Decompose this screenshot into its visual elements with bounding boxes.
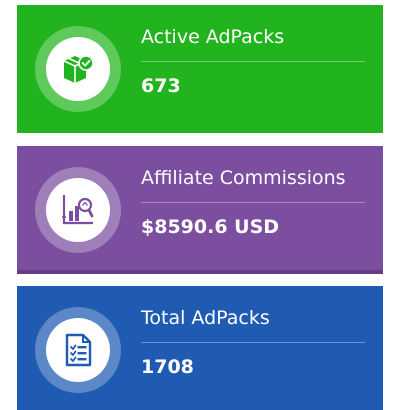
package-check-icon (63, 55, 94, 83)
divider (141, 202, 365, 203)
card-value: 673 (141, 75, 181, 97)
card-value: $8590.6 USD (141, 216, 280, 238)
card-value: 1708 (141, 356, 194, 378)
icon-badge (35, 167, 121, 253)
divider (141, 342, 365, 343)
card-title: Active AdPacks (141, 26, 285, 48)
document-list-icon (65, 333, 92, 367)
icon-badge (35, 26, 121, 112)
total-adpacks-card: Total AdPacks 1708 (17, 286, 383, 410)
affiliate-commissions-card: Affiliate Commissions $8590.6 USD (17, 146, 383, 274)
card-title: Affiliate Commissions (141, 167, 346, 189)
chart-search-icon (62, 195, 94, 225)
card-title: Total AdPacks (141, 307, 270, 329)
active-adpacks-card: Active AdPacks 673 (17, 5, 383, 133)
divider (141, 61, 365, 62)
icon-badge (35, 307, 121, 393)
